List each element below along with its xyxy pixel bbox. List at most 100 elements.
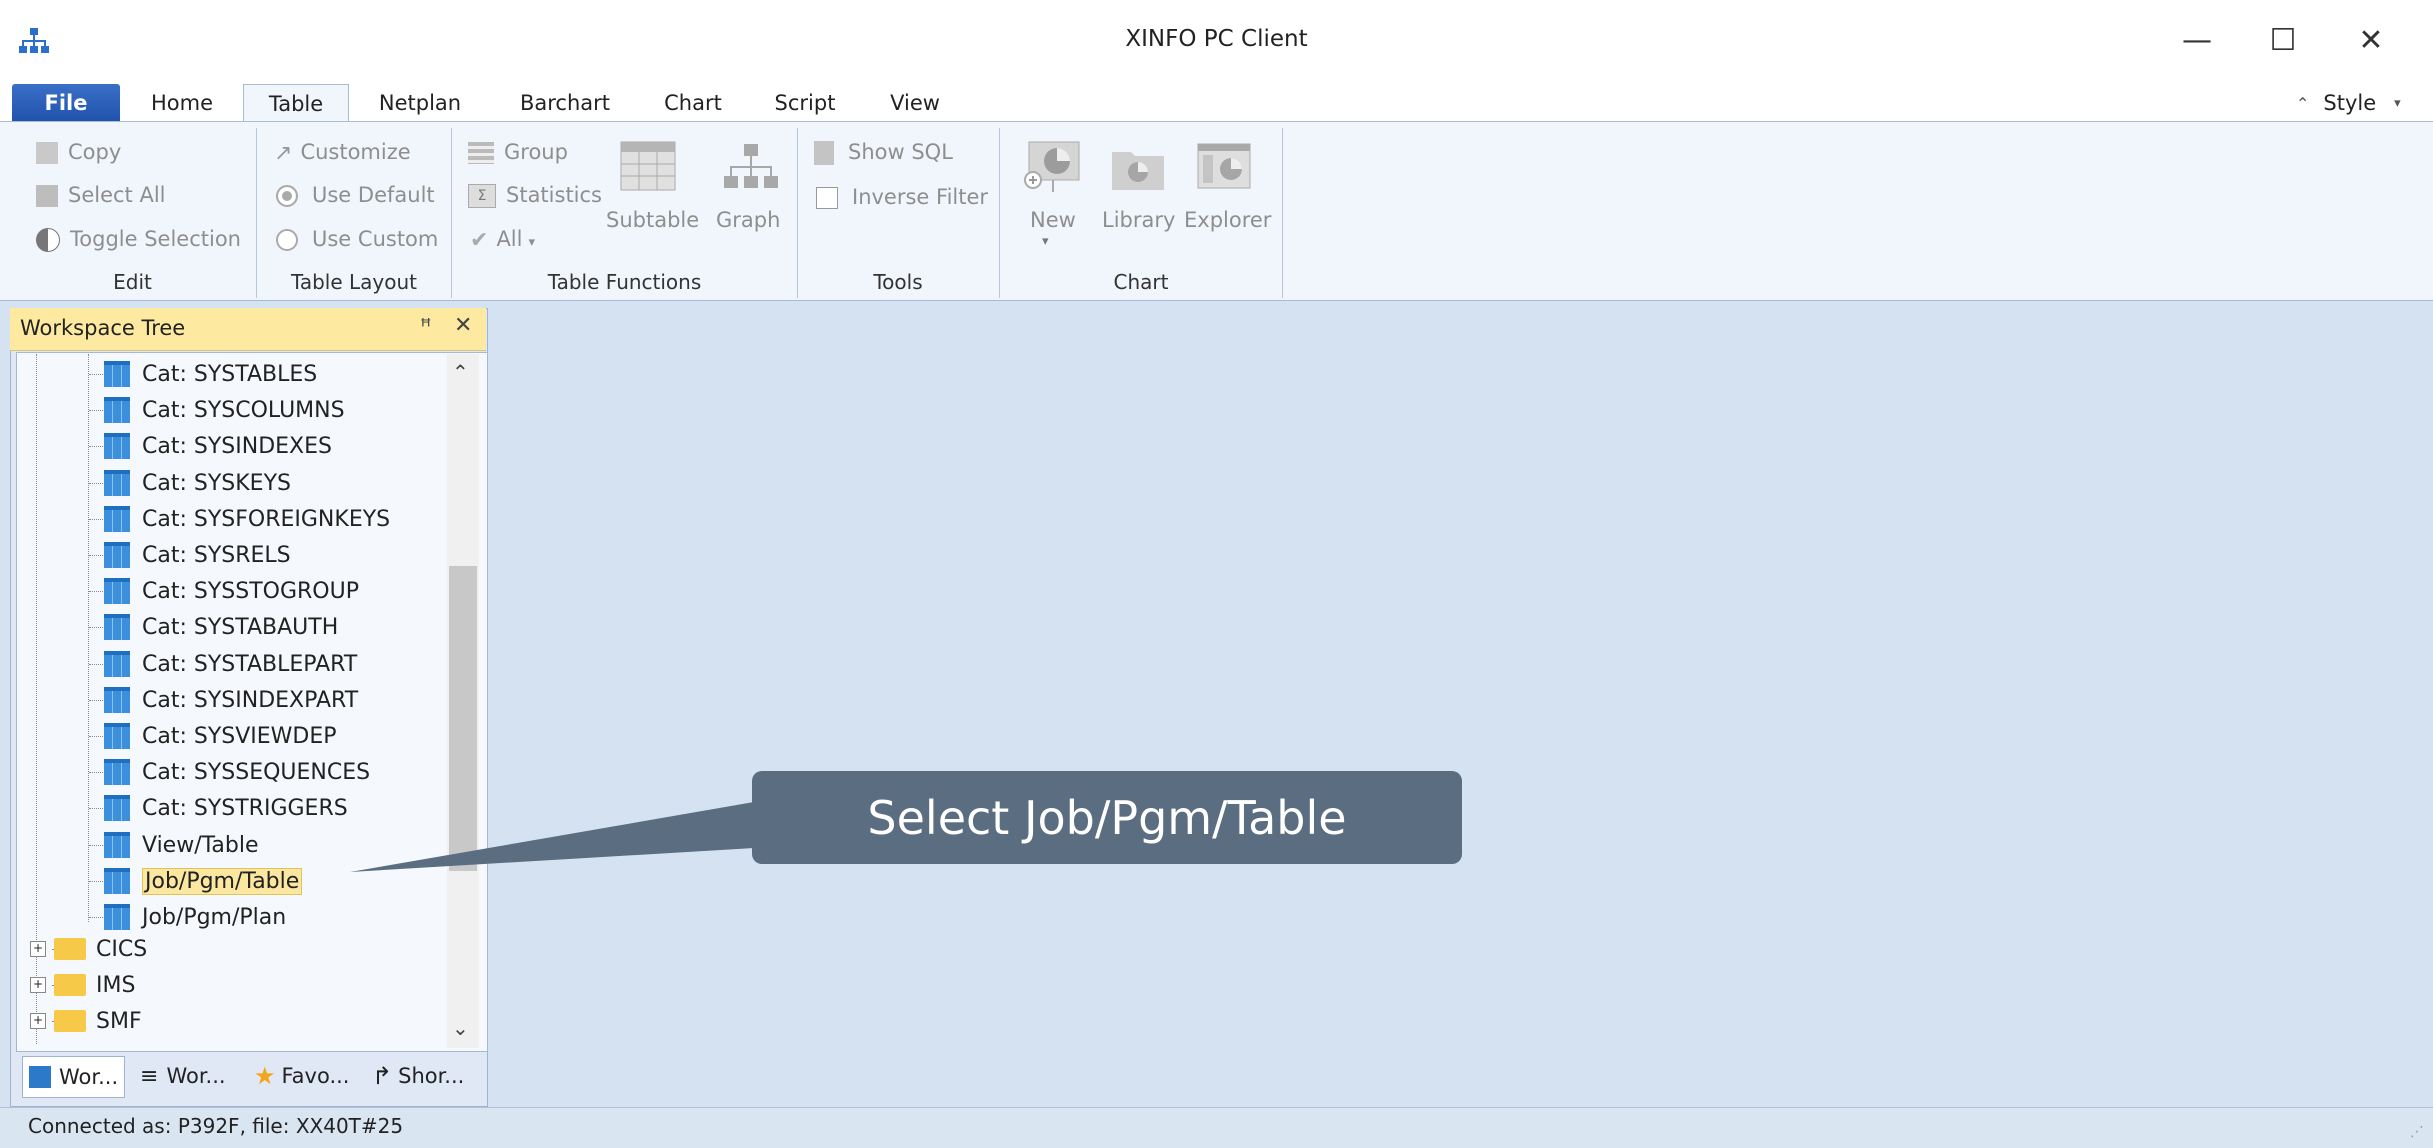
- tab-workspace-list[interactable]: ≡ Wor...: [140, 1056, 226, 1096]
- tree-item-label: Cat: SYSTABLEPART: [142, 651, 358, 677]
- tree-icon: [29, 1066, 51, 1088]
- subtable-button[interactable]: [608, 138, 688, 200]
- tab-barchart[interactable]: Barchart: [505, 84, 625, 122]
- copy-icon: [36, 142, 58, 164]
- group-label-edit: Edit: [113, 270, 152, 294]
- tree-folder-smf[interactable]: + SMF: [30, 1004, 142, 1038]
- sql-icon: [814, 141, 834, 165]
- new-chart-button[interactable]: [1020, 138, 1084, 200]
- new-chart-label: New: [1030, 208, 1076, 232]
- scroll-down-icon[interactable]: ⌄: [452, 1016, 469, 1040]
- tab-table[interactable]: Table: [243, 84, 349, 123]
- list-icon: ≡: [140, 1063, 159, 1089]
- tab-file[interactable]: File: [12, 84, 120, 122]
- explorer-label: Explorer: [1184, 208, 1272, 232]
- tree-connector-line: [89, 483, 103, 484]
- tab-chart[interactable]: Chart: [650, 84, 736, 122]
- wrench-icon: ↗: [274, 140, 293, 166]
- group-label-table-layout: Table Layout: [290, 270, 418, 294]
- close-panel-icon[interactable]: ✕: [454, 313, 472, 338]
- tree-item[interactable]: Cat: SYSTABLES: [104, 357, 317, 391]
- tab-script[interactable]: Script: [770, 84, 840, 122]
- tree-item-label: Cat: SYSSTOGROUP: [142, 578, 359, 604]
- tree-item[interactable]: Cat: SYSVIEWDEP: [104, 719, 337, 753]
- tree-item-label: Cat: SYSSEQUENCES: [142, 759, 371, 785]
- style-menu[interactable]: ⌃ Style ▾: [2296, 84, 2401, 122]
- checkbox-icon: [816, 187, 838, 209]
- minimize-button[interactable]: —: [2162, 10, 2232, 70]
- chevron-up-icon: ⌃: [2296, 93, 2310, 113]
- tab-netplan[interactable]: Netplan: [365, 84, 475, 122]
- expand-icon[interactable]: +: [30, 977, 46, 993]
- tree-item[interactable]: Cat: SYSSTOGROUP: [104, 574, 359, 608]
- library-button[interactable]: [1106, 138, 1170, 200]
- tree-connector-line: [89, 664, 103, 665]
- tab-shortcuts[interactable]: ↱ Shor...: [372, 1056, 464, 1096]
- table-icon: [104, 397, 130, 423]
- close-button[interactable]: ✕: [2336, 10, 2406, 70]
- inverse-filter-checkbox[interactable]: Inverse Filter: [816, 185, 988, 209]
- pin-icon[interactable]: ꟸ: [420, 314, 432, 338]
- tree-item[interactable]: View/Table: [104, 828, 259, 862]
- use-custom-radio[interactable]: Use Custom: [276, 227, 438, 251]
- tree-item[interactable]: Cat: SYSTABAUTH: [104, 610, 338, 644]
- graph-button[interactable]: [716, 138, 786, 200]
- group-button[interactable]: Group: [468, 140, 568, 164]
- dropdown-arrow-icon: ▾: [1042, 234, 1049, 249]
- tree-item-label: Cat: SYSCOLUMNS: [142, 397, 345, 423]
- tree-connector-line: [89, 881, 103, 882]
- all-dropdown[interactable]: ✔ All ▾: [470, 227, 535, 253]
- tree-folder-cics[interactable]: + CICS: [30, 932, 147, 966]
- expand-icon[interactable]: +: [30, 941, 46, 957]
- tree-item[interactable]: Cat: SYSCOLUMNS: [104, 393, 345, 427]
- radio-icon: [276, 229, 298, 251]
- tree-item[interactable]: Cat: SYSTRIGGERS: [104, 791, 348, 825]
- table-icon: [104, 723, 130, 749]
- tree-item[interactable]: Cat: SYSRELS: [104, 538, 291, 572]
- tree-connector-line: [89, 410, 103, 411]
- tree-item[interactable]: Cat: SYSINDEXPART: [104, 683, 358, 717]
- explorer-icon: [1197, 143, 1251, 189]
- tree-folder-ims[interactable]: + IMS: [30, 968, 135, 1002]
- table-icon: [104, 578, 130, 604]
- tree-item[interactable]: Cat: SYSTABLEPART: [104, 647, 357, 681]
- tree-item[interactable]: Job/Pgm/Plan: [104, 900, 286, 934]
- table-icon: [104, 361, 130, 387]
- tree-item-label: Cat: SYSKEYS: [142, 470, 291, 496]
- tree-item[interactable]: Job/Pgm/Table: [104, 864, 303, 898]
- show-sql-button[interactable]: Show SQL: [814, 140, 953, 165]
- graph-label: Graph: [716, 208, 781, 232]
- tree-item-label: Job/Pgm/Plan: [142, 904, 287, 930]
- tree-connector-line: [89, 845, 103, 846]
- star-icon: ★: [254, 1062, 276, 1090]
- resize-grip-icon[interactable]: ⋰: [2410, 1124, 2424, 1140]
- select-all-button[interactable]: Select All: [36, 183, 166, 207]
- folder-icon: [54, 974, 86, 996]
- new-chart-icon: [1024, 141, 1080, 192]
- tree-item[interactable]: Cat: SYSFOREIGNKEYS: [104, 502, 390, 536]
- table-icon: [104, 795, 130, 821]
- tab-home[interactable]: Home: [134, 84, 230, 122]
- tab-view[interactable]: View: [880, 84, 950, 122]
- copy-button[interactable]: Copy: [36, 140, 121, 164]
- tree-item-label: Cat: SYSFOREIGNKEYS: [142, 506, 391, 532]
- tree-item-label: Cat: SYSINDEXES: [142, 433, 332, 459]
- tab-favorites[interactable]: ★ Favo...: [254, 1056, 349, 1096]
- maximize-button[interactable]: ☐: [2248, 10, 2318, 70]
- customize-button[interactable]: ↗ Customize: [274, 140, 411, 166]
- expand-icon[interactable]: +: [30, 1013, 46, 1029]
- tree-item[interactable]: Cat: SYSSEQUENCES: [104, 755, 370, 789]
- graph-icon: [724, 144, 778, 188]
- toggle-selection-button[interactable]: Toggle Selection: [36, 227, 241, 252]
- tree-item[interactable]: Cat: SYSINDEXES: [104, 429, 332, 463]
- group-separator: [1282, 128, 1283, 298]
- statistics-button[interactable]: Σ Statistics: [468, 183, 602, 208]
- group-icon: [468, 142, 494, 164]
- tree-item[interactable]: Cat: SYSKEYS: [104, 466, 291, 500]
- tab-workspace-tree[interactable]: Wor...: [22, 1056, 126, 1098]
- workspace-tree-title: Workspace Tree: [20, 316, 186, 340]
- use-default-radio[interactable]: Use Default: [276, 183, 435, 207]
- explorer-button[interactable]: [1192, 138, 1256, 200]
- tree-connector-line: [89, 808, 103, 809]
- scroll-up-icon[interactable]: ⌃: [452, 360, 469, 384]
